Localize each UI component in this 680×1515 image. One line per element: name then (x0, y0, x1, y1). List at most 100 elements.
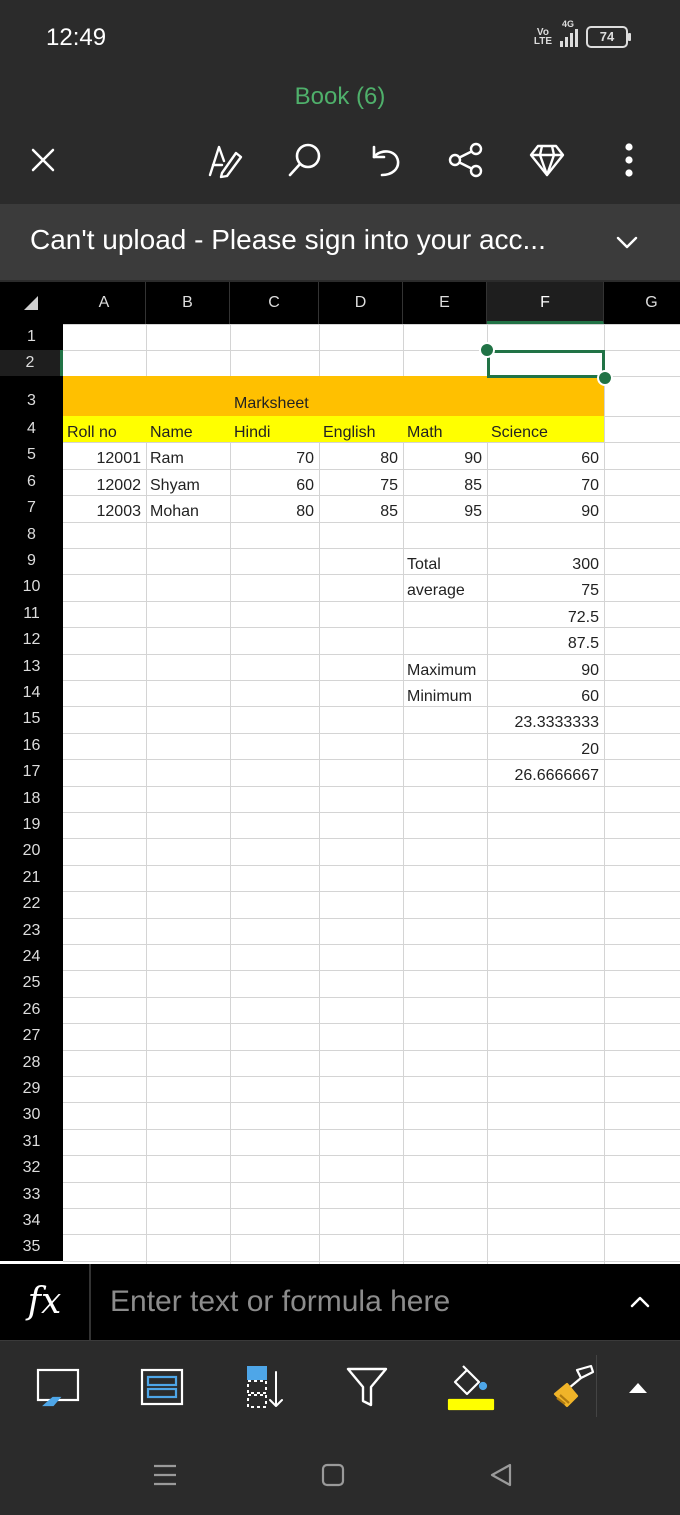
row-header-3[interactable]: 3 (0, 376, 63, 416)
row-header-11[interactable]: 11 (0, 600, 63, 628)
recent-apps-icon[interactable] (148, 1458, 182, 1492)
column-gridline (146, 324, 147, 376)
row-gridline (63, 1128, 680, 1130)
row-gridline (63, 1234, 680, 1236)
network-type: 4G (562, 19, 575, 29)
row-header-21[interactable]: 21 (0, 864, 63, 892)
bottom-toolbar (0, 1340, 680, 1433)
row-header-22[interactable]: 22 (0, 891, 63, 918)
row-header-6[interactable]: 6 (0, 468, 63, 496)
row-header-10[interactable]: 10 (0, 574, 63, 601)
row-header-14[interactable]: 14 (0, 680, 63, 707)
row-header-2[interactable]: 2 (0, 350, 63, 376)
search-icon[interactable] (283, 138, 327, 182)
mark-value: 12003 (96, 503, 142, 521)
student-name: Shyam (150, 476, 200, 494)
formula-input[interactable] (110, 1282, 610, 1322)
expand-icon[interactable] (612, 1361, 664, 1413)
row-header-15[interactable]: 15 (0, 706, 63, 733)
summary-value: 23.3333333 (514, 714, 599, 732)
column-gridline (604, 324, 605, 1264)
mark-value: 90 (464, 450, 482, 468)
column-header-f[interactable]: F (487, 282, 604, 324)
row-header-18[interactable]: 18 (0, 785, 63, 812)
row-header-26[interactable]: 26 (0, 996, 63, 1024)
freeze-panes-icon[interactable] (136, 1361, 188, 1413)
column-gridline (319, 442, 320, 1264)
row-header-17[interactable]: 17 (0, 759, 63, 786)
row-gridline (63, 944, 680, 945)
function-icon[interactable]: fx (0, 1264, 91, 1340)
select-all-corner[interactable] (0, 282, 63, 324)
row-header-7[interactable]: 7 (0, 495, 63, 522)
row-header-33[interactable]: 33 (0, 1181, 63, 1208)
row-header-12[interactable]: 12 (0, 627, 63, 654)
row-header-31[interactable]: 31 (0, 1128, 63, 1156)
row-header-9[interactable]: 9 (0, 548, 63, 575)
column-header-d[interactable]: D (319, 282, 403, 324)
row-header-28[interactable]: 28 (0, 1049, 63, 1076)
sort-icon[interactable] (239, 1361, 291, 1413)
document-title[interactable]: Book (6) (0, 80, 680, 114)
column-label-english: English (323, 424, 376, 441)
row-gridline (63, 1102, 680, 1104)
column-header-b[interactable]: B (146, 282, 230, 324)
mark-value: 95 (464, 503, 482, 521)
home-icon[interactable] (316, 1458, 350, 1492)
row-header-29[interactable]: 29 (0, 1076, 63, 1103)
more-icon[interactable] (607, 138, 651, 182)
banner-message: Can't upload - Please sign into your acc… (30, 224, 546, 255)
selection-handle-top-left[interactable] (479, 342, 495, 358)
row-header-8[interactable]: 8 (0, 521, 63, 548)
chevron-up-icon[interactable] (628, 1292, 652, 1317)
row-header-23[interactable]: 23 (0, 917, 63, 944)
mark-value: 12001 (96, 450, 142, 468)
column-header-a[interactable]: A (63, 282, 146, 324)
row-header-5[interactable]: 5 (0, 442, 63, 469)
column-header-e[interactable]: E (403, 282, 487, 324)
close-icon[interactable] (21, 138, 65, 182)
row-gridline (63, 970, 680, 972)
summary-label: Total (407, 556, 441, 573)
column-header-c[interactable]: C (230, 282, 319, 324)
column-gridline (230, 324, 231, 376)
summary-value: 60 (581, 688, 599, 705)
upload-warning-banner[interactable]: Can't upload - Please sign into your acc… (0, 204, 680, 280)
share-icon[interactable] (444, 138, 488, 182)
column-label-science: Science (491, 424, 548, 441)
summary-label: Minimum (407, 688, 472, 705)
row-header-25[interactable]: 25 (0, 970, 63, 997)
row-gridline (63, 324, 680, 325)
column-header-g[interactable]: G (604, 282, 680, 324)
row-header-24[interactable]: 24 (0, 944, 63, 971)
format-painter-icon[interactable] (548, 1361, 600, 1413)
row-header-35[interactable]: 35 (0, 1234, 63, 1261)
premium-icon[interactable] (525, 138, 569, 182)
mark-value: 70 (581, 476, 599, 494)
row-header-34[interactable]: 34 (0, 1208, 63, 1235)
chevron-down-icon[interactable] (614, 230, 640, 259)
back-icon[interactable] (484, 1458, 518, 1492)
column-gridline (403, 324, 404, 376)
spreadsheet-grid[interactable]: A B C D E F G 1 2 3 4 5 6 7 8 9 10 11 12 13 14 15 16 17 18 19 20 21… (0, 282, 680, 1264)
row-header-27[interactable]: 27 (0, 1023, 63, 1050)
row-header-13[interactable]: 13 (0, 653, 63, 680)
formula-bar: fx (0, 1264, 680, 1340)
draw-icon[interactable] (203, 138, 247, 182)
row-gridline (63, 864, 680, 866)
battery-icon: 74 (586, 26, 631, 48)
select-icon[interactable] (32, 1361, 84, 1413)
selection-handle-bottom-right[interactable] (597, 370, 613, 386)
row-header-1[interactable]: 1 (0, 324, 63, 350)
marksheet-title: Marksheet (234, 395, 309, 412)
row-header-4[interactable]: 4 (0, 416, 63, 443)
fill-color-icon[interactable] (444, 1361, 496, 1413)
summary-value: 26.6666667 (514, 767, 599, 785)
row-header-19[interactable]: 19 (0, 812, 63, 839)
undo-icon[interactable] (363, 138, 407, 182)
row-header-30[interactable]: 30 (0, 1102, 63, 1129)
row-header-32[interactable]: 32 (0, 1155, 63, 1182)
row-header-20[interactable]: 20 (0, 838, 63, 865)
filter-icon[interactable] (341, 1361, 393, 1413)
row-header-16[interactable]: 16 (0, 732, 63, 760)
